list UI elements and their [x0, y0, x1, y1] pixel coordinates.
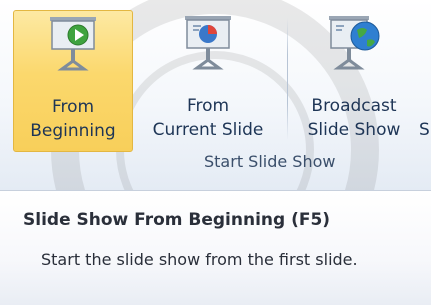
broadcast-label-line2: Slide Show [307, 120, 401, 140]
from-current-label-line2: Current Slide [152, 120, 264, 140]
broadcast-label-line1: Broadcast [311, 96, 397, 116]
ribbon-panel: From Beginning From Current Slide Broadc… [0, 0, 431, 191]
from-beginning-label-line1: From [51, 97, 95, 117]
ribbon-group-label: Start Slide Show [204, 152, 336, 171]
from-beginning-label-line2: Beginning [30, 121, 116, 141]
broadcast-slide-show-button[interactable]: Broadcast Slide Show [292, 10, 416, 150]
overflow-button-label[interactable]: S [419, 118, 430, 142]
presentation-globe-icon [329, 16, 380, 70]
from-current-label-line1: From [186, 96, 230, 116]
ribbon-separator [287, 18, 288, 140]
from-current-slide-button[interactable]: From Current Slide [134, 10, 282, 150]
from-beginning-button[interactable]: From Beginning [13, 10, 133, 152]
screen-tip-description: Start the slide show from the first slid… [41, 250, 358, 269]
presentation-play-icon [50, 17, 96, 71]
screen-tip-title: Slide Show From Beginning (F5) [23, 210, 331, 230]
presentation-slide-icon [185, 16, 231, 70]
screen-tip [0, 190, 431, 305]
